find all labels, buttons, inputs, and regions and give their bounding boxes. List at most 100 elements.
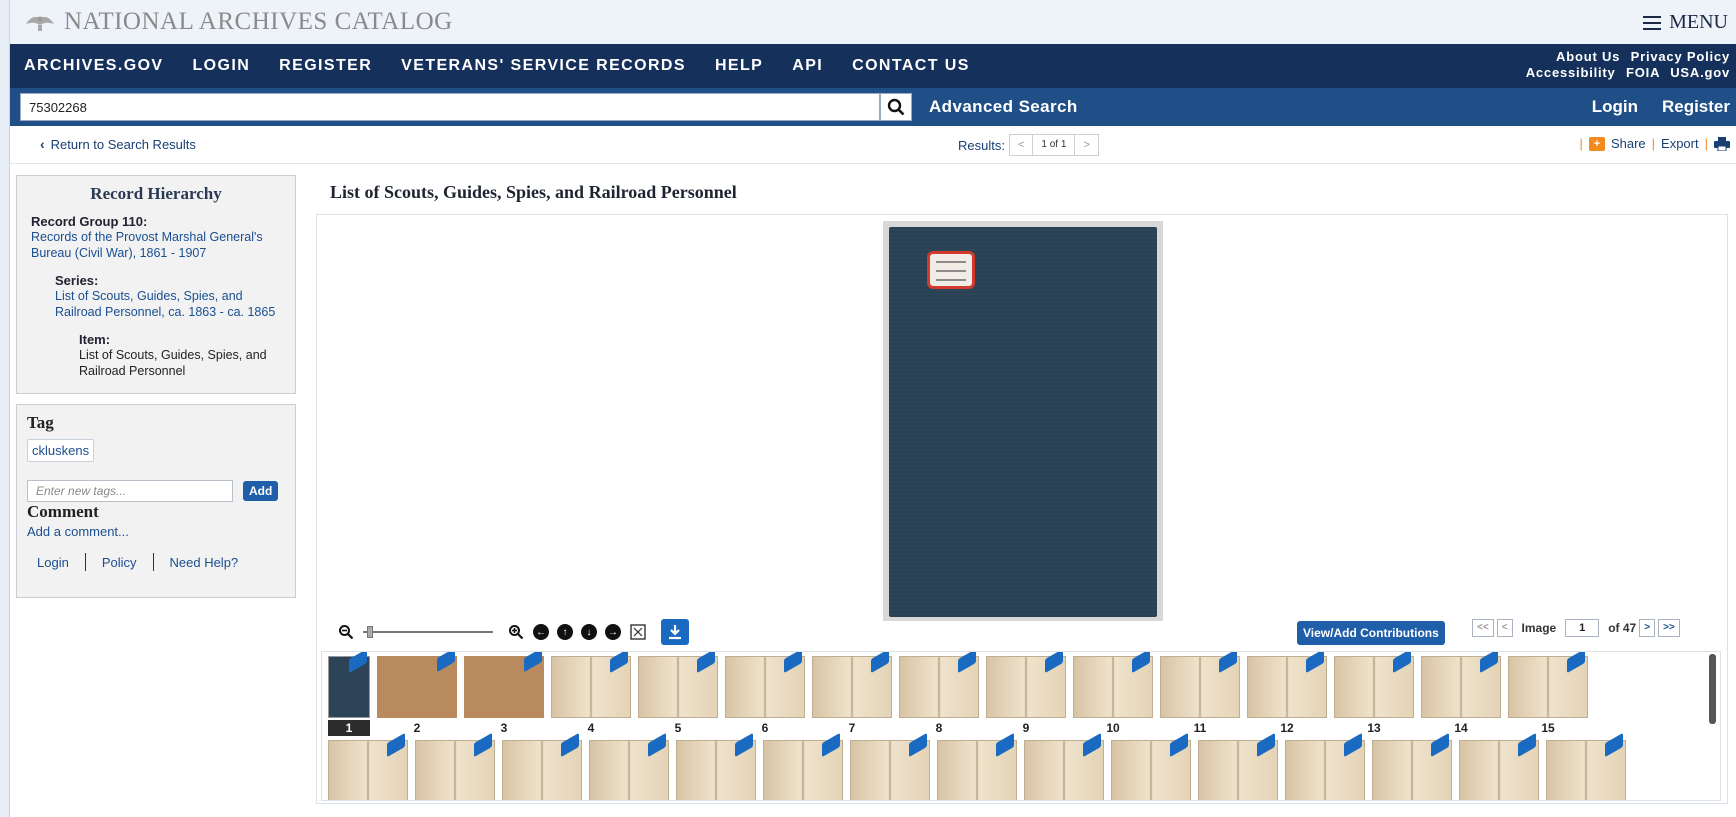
sidebar-policy-link[interactable]: Policy: [102, 555, 137, 570]
contribution-tag-icon: [1393, 652, 1411, 674]
advanced-search-link[interactable]: Advanced Search: [929, 97, 1078, 117]
thumbnail-25[interactable]: [1111, 732, 1191, 800]
contribution-tag-icon: [349, 652, 367, 674]
brand[interactable]: NATIONAL ARCHIVES CATALOG: [24, 8, 453, 36]
thumbnail-number: 13: [1367, 721, 1381, 735]
nav-links: ARCHIVES.GOV LOGIN REGISTER VETERANS' SE…: [24, 44, 970, 88]
zoom-slider-thumb[interactable]: [367, 626, 373, 638]
thumbnail-11[interactable]: [1160, 652, 1240, 718]
record-image[interactable]: [883, 221, 1163, 621]
thumbnail-30[interactable]: [1546, 732, 1626, 800]
brand-title: NATIONAL ARCHIVES CATALOG: [64, 8, 453, 35]
pan-right-icon[interactable]: →: [605, 624, 621, 640]
thumbnail-5[interactable]: [638, 652, 718, 718]
thumbnail-12[interactable]: [1247, 652, 1327, 718]
nav-archives-gov[interactable]: ARCHIVES.GOV: [24, 57, 164, 75]
results-prev-button[interactable]: <: [1010, 134, 1032, 156]
thumbnail-19[interactable]: [589, 732, 669, 800]
thumbnail-18[interactable]: [502, 732, 582, 800]
results-next-button[interactable]: >: [1075, 134, 1097, 156]
download-button[interactable]: [661, 619, 689, 645]
thumbnail-27[interactable]: [1285, 732, 1365, 800]
thumbnail-29[interactable]: [1459, 732, 1539, 800]
new-tag-input[interactable]: [27, 480, 233, 502]
print-icon[interactable]: [1714, 136, 1730, 151]
search-button[interactable]: [880, 93, 912, 121]
nav-api[interactable]: API: [792, 57, 823, 75]
return-to-results-link[interactable]: ‹ Return to Search Results: [40, 136, 196, 152]
thumbnail-13[interactable]: [1334, 652, 1414, 718]
share-link[interactable]: Share: [1611, 136, 1646, 151]
thumbnail-3[interactable]: [464, 652, 544, 718]
nav-privacy-policy[interactable]: Privacy Policy: [1631, 49, 1730, 64]
nav-help[interactable]: HELP: [715, 57, 763, 75]
thumbnail-24[interactable]: [1024, 732, 1104, 800]
thumbnail-23[interactable]: [937, 732, 1017, 800]
fullscreen-icon[interactable]: [629, 623, 647, 641]
thumbnail-28[interactable]: [1372, 732, 1452, 800]
search-login-link[interactable]: Login: [1592, 97, 1638, 117]
thumbnail-16[interactable]: [328, 732, 408, 800]
zoom-slider-track: [363, 631, 493, 633]
thumbnail-22[interactable]: [850, 732, 930, 800]
thumbnail-6[interactable]: [725, 652, 805, 718]
thumbnail-8[interactable]: [899, 652, 979, 718]
nav-veterans-records[interactable]: VETERANS' SERVICE RECORDS: [401, 57, 686, 75]
thumbnail-10[interactable]: [1073, 652, 1153, 718]
nav-usa-gov[interactable]: USA.gov: [1670, 65, 1730, 80]
nav-register[interactable]: REGISTER: [279, 57, 372, 75]
image-number-input[interactable]: [1565, 619, 1600, 637]
pan-left-icon[interactable]: ←: [533, 624, 549, 640]
contribution-tag-icon: [1306, 652, 1324, 674]
hamburger-icon: [1643, 15, 1662, 30]
thumbnail-17[interactable]: [415, 732, 495, 800]
export-link[interactable]: Export: [1661, 136, 1699, 151]
tag-chip[interactable]: ckluskens: [27, 439, 95, 462]
zoom-slider[interactable]: [363, 623, 493, 641]
next-image-button[interactable]: >: [1639, 619, 1656, 637]
menu-label: MENU: [1669, 11, 1728, 33]
add-comment-link[interactable]: Add a comment...: [27, 524, 285, 539]
add-tag-button[interactable]: Add: [243, 481, 279, 501]
thumbnail-number: 10: [1106, 721, 1120, 735]
thumbnail-1[interactable]: [328, 652, 370, 718]
nav-login[interactable]: LOGIN: [193, 57, 251, 75]
thumbnail-7[interactable]: [812, 652, 892, 718]
contribution-tag-icon: [610, 652, 628, 674]
thumbnail-15[interactable]: [1508, 652, 1588, 718]
thumbnail-scrollbar[interactable]: [1709, 654, 1716, 724]
contribution-tag-icon: [1605, 732, 1623, 758]
thumbnail-14[interactable]: [1421, 652, 1501, 718]
nav-contact-us[interactable]: CONTACT US: [852, 57, 970, 75]
thumbnail-20[interactable]: [676, 732, 756, 800]
thumbnail-21[interactable]: [763, 732, 843, 800]
zoom-in-icon[interactable]: [507, 623, 525, 641]
pan-up-icon[interactable]: ↑: [557, 624, 573, 640]
thumbnail-9[interactable]: [986, 652, 1066, 718]
nav-foia[interactable]: FOIA: [1626, 65, 1660, 80]
hierarchy-title: Record Hierarchy: [90, 184, 222, 203]
prev-image-button[interactable]: <: [1496, 619, 1513, 637]
view-add-contributions-button[interactable]: View/Add Contributions: [1297, 621, 1445, 645]
nav-about-us[interactable]: About Us: [1556, 49, 1620, 64]
search-register-link[interactable]: Register: [1662, 97, 1730, 117]
divider: [152, 553, 154, 571]
first-image-button[interactable]: <<: [1472, 619, 1494, 637]
contribution-tag-icon: [958, 652, 976, 674]
tag-comment-panel: Tag ckluskens Add Comment Add a comment.…: [16, 404, 296, 598]
zoom-out-icon[interactable]: [337, 623, 355, 641]
sidebar-login-link[interactable]: Login: [37, 555, 69, 570]
series-link[interactable]: List of Scouts, Guides, Spies, and Railr…: [55, 288, 281, 320]
search-input[interactable]: [20, 93, 880, 121]
thumbnail-26[interactable]: [1198, 732, 1278, 800]
nav-accessibility[interactable]: Accessibility: [1526, 65, 1616, 80]
thumbnail-2[interactable]: [377, 652, 457, 718]
share-export-area: | + Share | Export |: [1580, 136, 1730, 151]
last-image-button[interactable]: >>: [1658, 619, 1680, 637]
sidebar-help-link[interactable]: Need Help?: [170, 555, 239, 570]
menu-button[interactable]: MENU: [1643, 11, 1728, 34]
share-plus-icon[interactable]: +: [1588, 136, 1605, 151]
thumbnail-4[interactable]: [551, 652, 631, 718]
pan-down-icon[interactable]: ↓: [581, 624, 597, 640]
record-group-link[interactable]: Records of the Provost Marshal General's…: [31, 229, 281, 261]
